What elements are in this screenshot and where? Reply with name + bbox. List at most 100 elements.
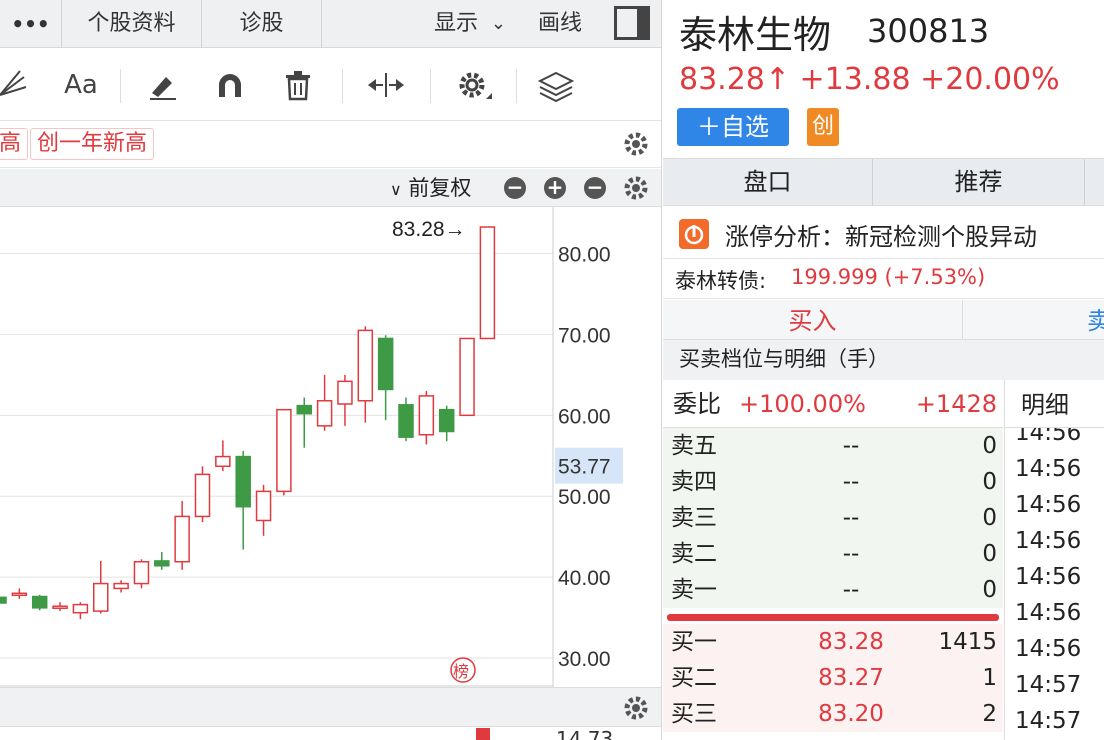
level-volume: 0 (982, 577, 997, 603)
zoom-in-icon[interactable]: + (544, 177, 566, 199)
candle-body (296, 404, 312, 415)
level-price: 83.27 (818, 665, 884, 691)
font-tool-button[interactable]: Aa (58, 65, 104, 105)
display-dropdown[interactable]: 显示 ⌄ (322, 0, 512, 48)
sells-level-row[interactable]: 卖四 -- 0 (663, 464, 1003, 500)
y-tick-label: 80.00 (558, 244, 611, 267)
display-label: 显示 (433, 11, 478, 36)
candle-body (72, 603, 89, 614)
tag-new-high-partial[interactable]: 高 (0, 128, 29, 160)
sell-button[interactable]: 卖 (1087, 300, 1104, 340)
candle-body (316, 400, 333, 427)
candlestick-chart[interactable]: 80.00 70.00 60.00 50.00 40.00 30.00 83.28→ 53.7… (0, 207, 661, 687)
last-price-label: 83.28→ (392, 218, 466, 241)
trade-time: 14:57 (1015, 672, 1082, 698)
magnet-icon[interactable] (210, 65, 250, 105)
candle-body (113, 582, 129, 590)
tab-order-book[interactable]: 盘口 (663, 159, 873, 205)
level-volume: 0 (982, 433, 997, 459)
level-price: -- (842, 505, 860, 531)
current-price-label: 53.77 (558, 456, 611, 479)
candle-body (133, 560, 150, 585)
sells-level-row[interactable]: 卖五 -- 0 (663, 428, 1003, 464)
tab-profile[interactable]: 个股资料 (62, 0, 202, 48)
stock-code: 300813 (867, 12, 990, 50)
sells-level-row[interactable]: 卖三 -- 0 (663, 500, 1003, 536)
collapse-icon[interactable]: − (584, 177, 606, 199)
price-change: 83.28↑ +13.88 +20.00% (679, 62, 1060, 97)
candle-body (11, 592, 28, 597)
level-volume: 0 (982, 505, 997, 531)
adjust-dropdown[interactable]: ∨ 前复权 (390, 173, 471, 205)
candle-body (377, 337, 394, 391)
quote-tabs: 盘口 推荐 (663, 158, 1104, 206)
y-tick-label: 40.00 (558, 567, 611, 590)
sells-level-row[interactable]: 卖二 -- 0 (663, 536, 1003, 572)
chart-options-bar: ∨ 前复权 − + − (0, 169, 661, 207)
trade-detail-list[interactable]: 14:56 14:56 14:56 14:56 14:56 14:56 14:56 14:57… (1004, 428, 1104, 740)
trade-time: 14:56 (1015, 600, 1082, 626)
tag-year-high[interactable]: 创一年新高 (30, 128, 155, 160)
gear-icon[interactable] (622, 694, 650, 722)
bid-ask-divider (667, 614, 999, 621)
candle-body (194, 473, 211, 518)
gear-icon[interactable] (622, 174, 650, 202)
analysis-icon (679, 219, 709, 249)
candle-body (174, 515, 190, 563)
detail-header[interactable]: 明细 (1004, 380, 1104, 428)
add-watchlist-button[interactable]: ＋自选 (677, 108, 789, 146)
more-menu-button[interactable]: ••• (0, 0, 62, 48)
candle-body (398, 404, 414, 438)
layers-icon[interactable] (536, 65, 576, 105)
sub-chart-bar (0, 687, 661, 727)
quote-pane: 泰林生物 300813 83.28↑ +13.88 +20.00% ＋自选 创 … (663, 0, 1104, 740)
level-label: 卖五 (671, 433, 717, 459)
buys-level-row[interactable]: 买二 83.27 1 (663, 660, 1003, 696)
candle-body (0, 596, 7, 604)
candle-body (418, 395, 435, 436)
ratio-diff: +1428 (915, 390, 997, 418)
trade-time: 14:56 (1015, 456, 1082, 482)
sells-level-row[interactable]: 卖一 -- 0 (663, 572, 1003, 608)
ratio-label: 委比 (673, 390, 721, 418)
level-price: -- (842, 469, 860, 495)
zoom-out-icon[interactable]: − (504, 177, 526, 199)
convertible-bond[interactable]: 泰林转债: 199.999 (+7.53%) (663, 259, 1104, 299)
ranking-stamp-label: 榜 (453, 662, 469, 681)
buy-button[interactable]: 买入 (663, 300, 963, 340)
fan-lines-icon[interactable] (0, 65, 30, 105)
candle-body (235, 455, 251, 508)
drawing-toolbar: Aa (0, 49, 661, 121)
font-tool-label: Aa (64, 70, 98, 100)
trade-buttons: 买入 卖 (663, 300, 1104, 340)
panel-toggle-icon[interactable] (614, 6, 650, 40)
signal-tags-row: 高 创一年新高 (0, 122, 661, 168)
level-price: 83.20 (818, 701, 884, 727)
level-volume: 2 (982, 701, 997, 727)
settings-gear-icon[interactable] (452, 65, 496, 105)
buys-level-row[interactable]: 买三 83.20 2 (663, 696, 1003, 732)
trade-time: 14:56 (1015, 636, 1082, 662)
ratio-value: +100.00% (739, 390, 866, 418)
tab-diagnose[interactable]: 诊股 (202, 0, 322, 48)
level-label: 卖二 (671, 541, 717, 567)
tab-recommend[interactable]: 推荐 (873, 159, 1085, 205)
level-price: -- (842, 433, 860, 459)
buys-level-row[interactable]: 买一 83.28 1415 (663, 624, 1003, 660)
eraser-icon[interactable] (142, 65, 182, 105)
chevron-down-icon: ∨ (390, 180, 402, 199)
draw-button[interactable]: 画线 (512, 0, 608, 48)
trash-icon[interactable] (278, 65, 318, 105)
level-price: -- (842, 541, 860, 567)
trade-time: 14:56 (1015, 564, 1082, 590)
limit-up-analysis[interactable]: 涨停分析：新冠检测个股异动 (663, 207, 1104, 259)
level-label: 卖一 (671, 577, 717, 603)
orderbook-title: 买卖档位与明细（手） (663, 340, 1104, 380)
level-label: 买一 (671, 629, 717, 655)
gear-icon[interactable] (622, 130, 650, 158)
fit-width-icon[interactable] (364, 65, 408, 105)
adjust-label: 前复权 (408, 176, 472, 200)
y-tick-label: 70.00 (558, 324, 611, 347)
candle-body (479, 226, 496, 340)
level-volume: 1 (982, 665, 997, 691)
